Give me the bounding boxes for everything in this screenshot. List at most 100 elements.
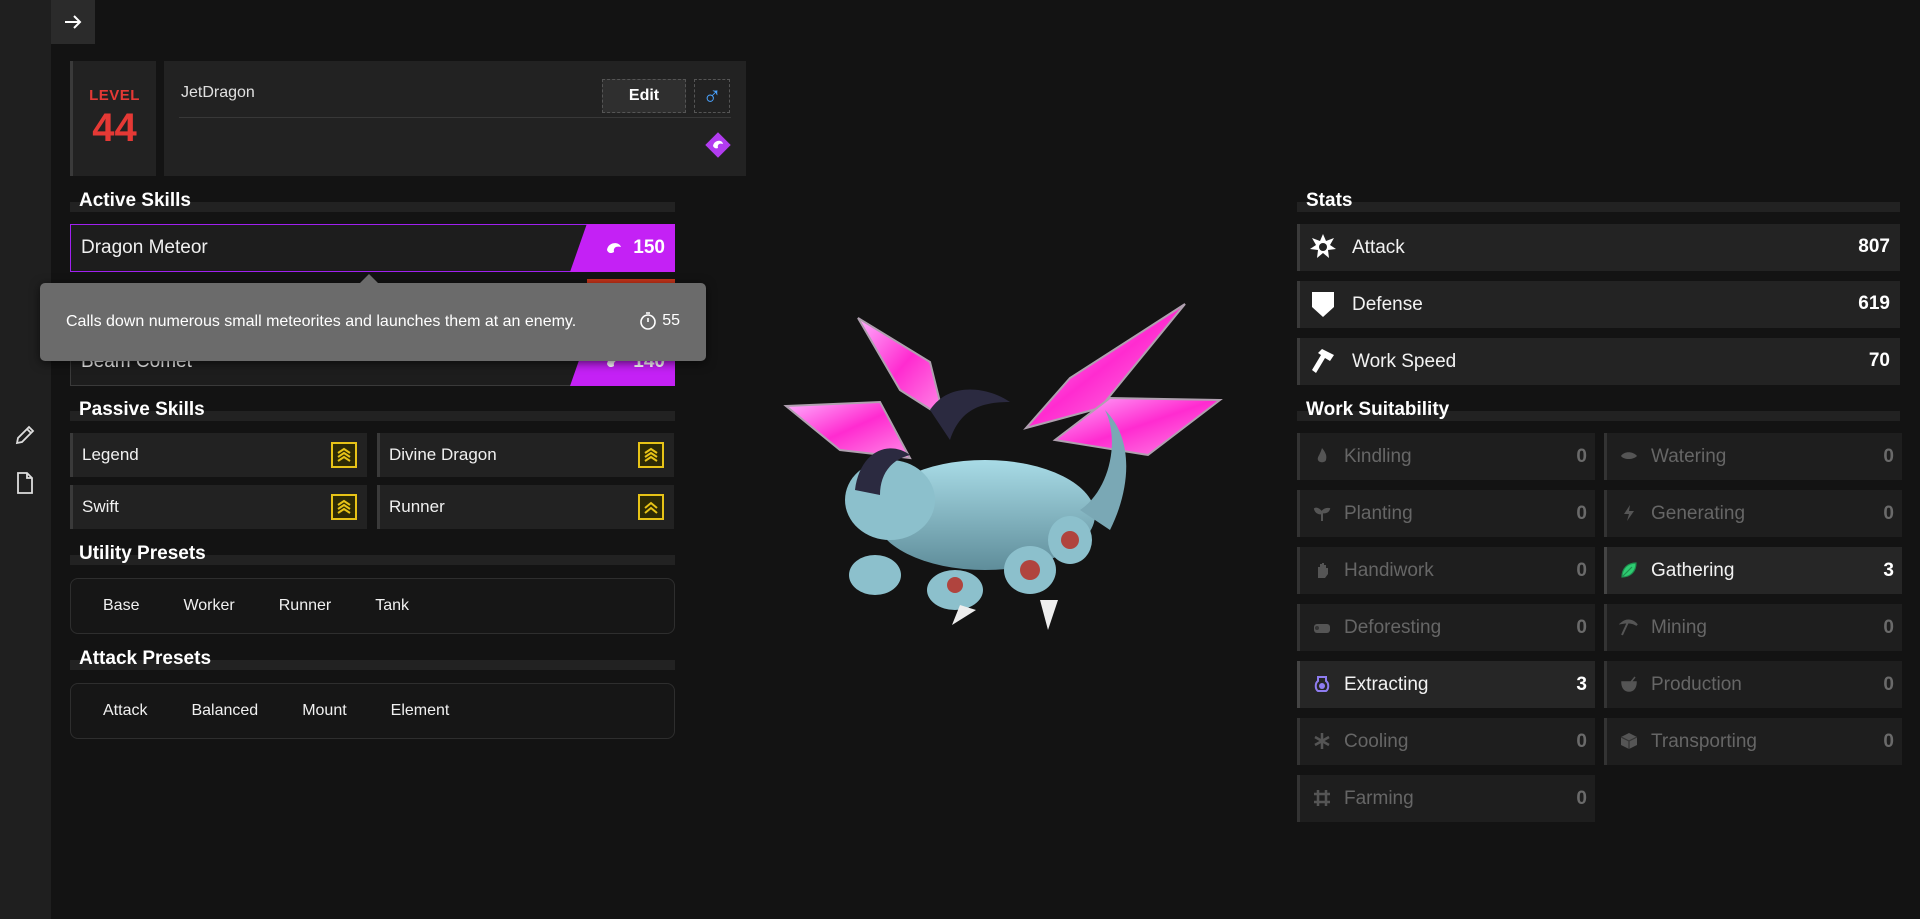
work-value: 0: [1883, 446, 1894, 467]
edit-pencil-icon[interactable]: [10, 420, 40, 450]
work-label: Production: [1651, 674, 1742, 695]
stat-value: 70: [1868, 350, 1890, 371]
work-label: Mining: [1651, 617, 1707, 638]
work-label: Handiwork: [1344, 560, 1434, 581]
stats-heading: Stats: [1297, 190, 1900, 212]
attack-presets-bar: Attack Balanced Mount Element: [70, 683, 675, 739]
passive-skill-swift[interactable]: Swift: [70, 485, 367, 529]
kindling-flame-icon: [1317, 448, 1327, 463]
skill-tooltip: Calls down numerous small meteorites and…: [40, 274, 706, 361]
level-box: LEVEL 44: [70, 61, 156, 176]
cooling-snowflake-icon: [1314, 733, 1330, 749]
defense-shield-icon: [1312, 292, 1334, 317]
skill-name: Dragon Meteor: [81, 237, 208, 258]
pal-creature-image: [783, 303, 1223, 630]
work-label: Farming: [1344, 788, 1414, 809]
stat-label: Attack: [1352, 237, 1405, 258]
left-rail: [0, 0, 51, 919]
passive-name: Divine Dragon: [389, 445, 497, 464]
work-value: 3: [1883, 560, 1894, 581]
work-value: 0: [1576, 731, 1587, 752]
cooldown-timer-icon: [640, 312, 657, 330]
attack-presets-heading: Attack Presets: [70, 648, 675, 670]
farming-grid-icon: [1314, 790, 1330, 806]
work-handiwork: Handiwork 0: [1297, 547, 1595, 594]
rank-chevron-icon: [331, 494, 357, 520]
attack-icon: [1310, 234, 1336, 258]
hammer-icon: [1312, 349, 1334, 373]
work-transporting: Transporting 0: [1604, 718, 1902, 765]
production-pot-icon: [1621, 676, 1637, 692]
work-label: Kindling: [1344, 446, 1412, 467]
arrow-right-icon[interactable]: [51, 0, 95, 44]
work-value: 0: [1576, 503, 1587, 524]
work-planting: Planting 0: [1297, 490, 1595, 537]
work-value: 0: [1576, 446, 1587, 467]
work-value: 0: [1576, 560, 1587, 581]
work-label: Cooling: [1344, 731, 1409, 752]
work-value: 3: [1576, 674, 1587, 695]
skill-dragon-meteor[interactable]: Dragon Meteor 150: [70, 224, 675, 272]
generating-bolt-icon: [1624, 505, 1634, 521]
work-label: Extracting: [1344, 674, 1429, 695]
work-watering: Watering 0: [1604, 433, 1902, 480]
work-production: Production 0: [1604, 661, 1902, 708]
transporting-box-icon: [1620, 733, 1638, 749]
work-suitability-heading: Work Suitability: [1297, 399, 1900, 421]
work-label: Transporting: [1651, 731, 1757, 752]
work-value: 0: [1576, 617, 1587, 638]
passive-skill-legend[interactable]: Legend: [70, 433, 367, 477]
passive-skills-heading: Passive Skills: [70, 399, 675, 421]
stat-label: Work Speed: [1352, 351, 1457, 372]
stat-label: Defense: [1352, 294, 1423, 315]
preset-balanced-button[interactable]: Balanced: [169, 702, 280, 720]
preset-attack-button[interactable]: Attack: [81, 702, 169, 720]
passive-name: Swift: [82, 497, 119, 516]
handiwork-hand-icon: [1318, 563, 1328, 578]
stat-work-speed: Work Speed 70: [1297, 338, 1900, 385]
stat-defense: Defense 619: [1297, 281, 1900, 328]
passive-skill-runner[interactable]: Runner: [377, 485, 674, 529]
work-mining: Mining 0: [1604, 604, 1902, 651]
passive-name: Legend: [82, 445, 139, 464]
work-farming: Farming 0: [1297, 775, 1595, 822]
skill-power-badge: 150: [570, 224, 675, 272]
passive-name: Runner: [389, 497, 445, 516]
work-extracting: Extracting 3: [1297, 661, 1595, 708]
level-value: 44: [92, 106, 137, 150]
nickname: JetDragon: [181, 84, 255, 101]
extracting-flask-icon: [1314, 676, 1330, 692]
name-box: JetDragon Edit ♂: [164, 61, 746, 176]
work-label: Deforesting: [1344, 617, 1442, 638]
dragon-element-icon: [607, 243, 622, 254]
tooltip-description: Calls down numerous small meteorites and…: [66, 313, 577, 330]
preset-base-button[interactable]: Base: [81, 597, 161, 615]
utility-presets-bar: Base Worker Runner Tank: [70, 578, 675, 634]
preset-runner-button[interactable]: Runner: [257, 597, 353, 615]
work-label: Gathering: [1651, 560, 1735, 581]
edit-button[interactable]: Edit: [602, 79, 686, 113]
work-label: Watering: [1651, 446, 1727, 467]
utility-presets-heading: Utility Presets: [70, 543, 675, 565]
work-value: 0: [1883, 674, 1894, 695]
cooldown-value: 55: [662, 312, 680, 329]
preset-worker-button[interactable]: Worker: [161, 597, 256, 615]
gathering-leaf-icon: [1621, 562, 1637, 578]
work-value: 0: [1883, 503, 1894, 524]
rank-chevron-icon: [331, 442, 357, 468]
preset-mount-button[interactable]: Mount: [280, 702, 368, 720]
watering-drop-icon: [1621, 452, 1637, 459]
skill-power: 150: [633, 237, 665, 258]
planting-sprout-icon: [1313, 507, 1331, 521]
cooldown: 55: [638, 311, 680, 331]
stat-attack: Attack 807: [1297, 224, 1900, 271]
preset-tank-button[interactable]: Tank: [353, 597, 431, 615]
preset-element-button[interactable]: Element: [369, 702, 472, 720]
male-gender-icon[interactable]: ♂: [694, 79, 730, 113]
work-value: 0: [1883, 731, 1894, 752]
document-icon[interactable]: [10, 468, 40, 498]
work-gathering: Gathering 3: [1604, 547, 1902, 594]
work-cooling: Cooling 0: [1297, 718, 1595, 765]
passive-skill-divine-dragon[interactable]: Divine Dragon: [377, 433, 674, 477]
mining-pickaxe-icon: [1619, 619, 1638, 636]
